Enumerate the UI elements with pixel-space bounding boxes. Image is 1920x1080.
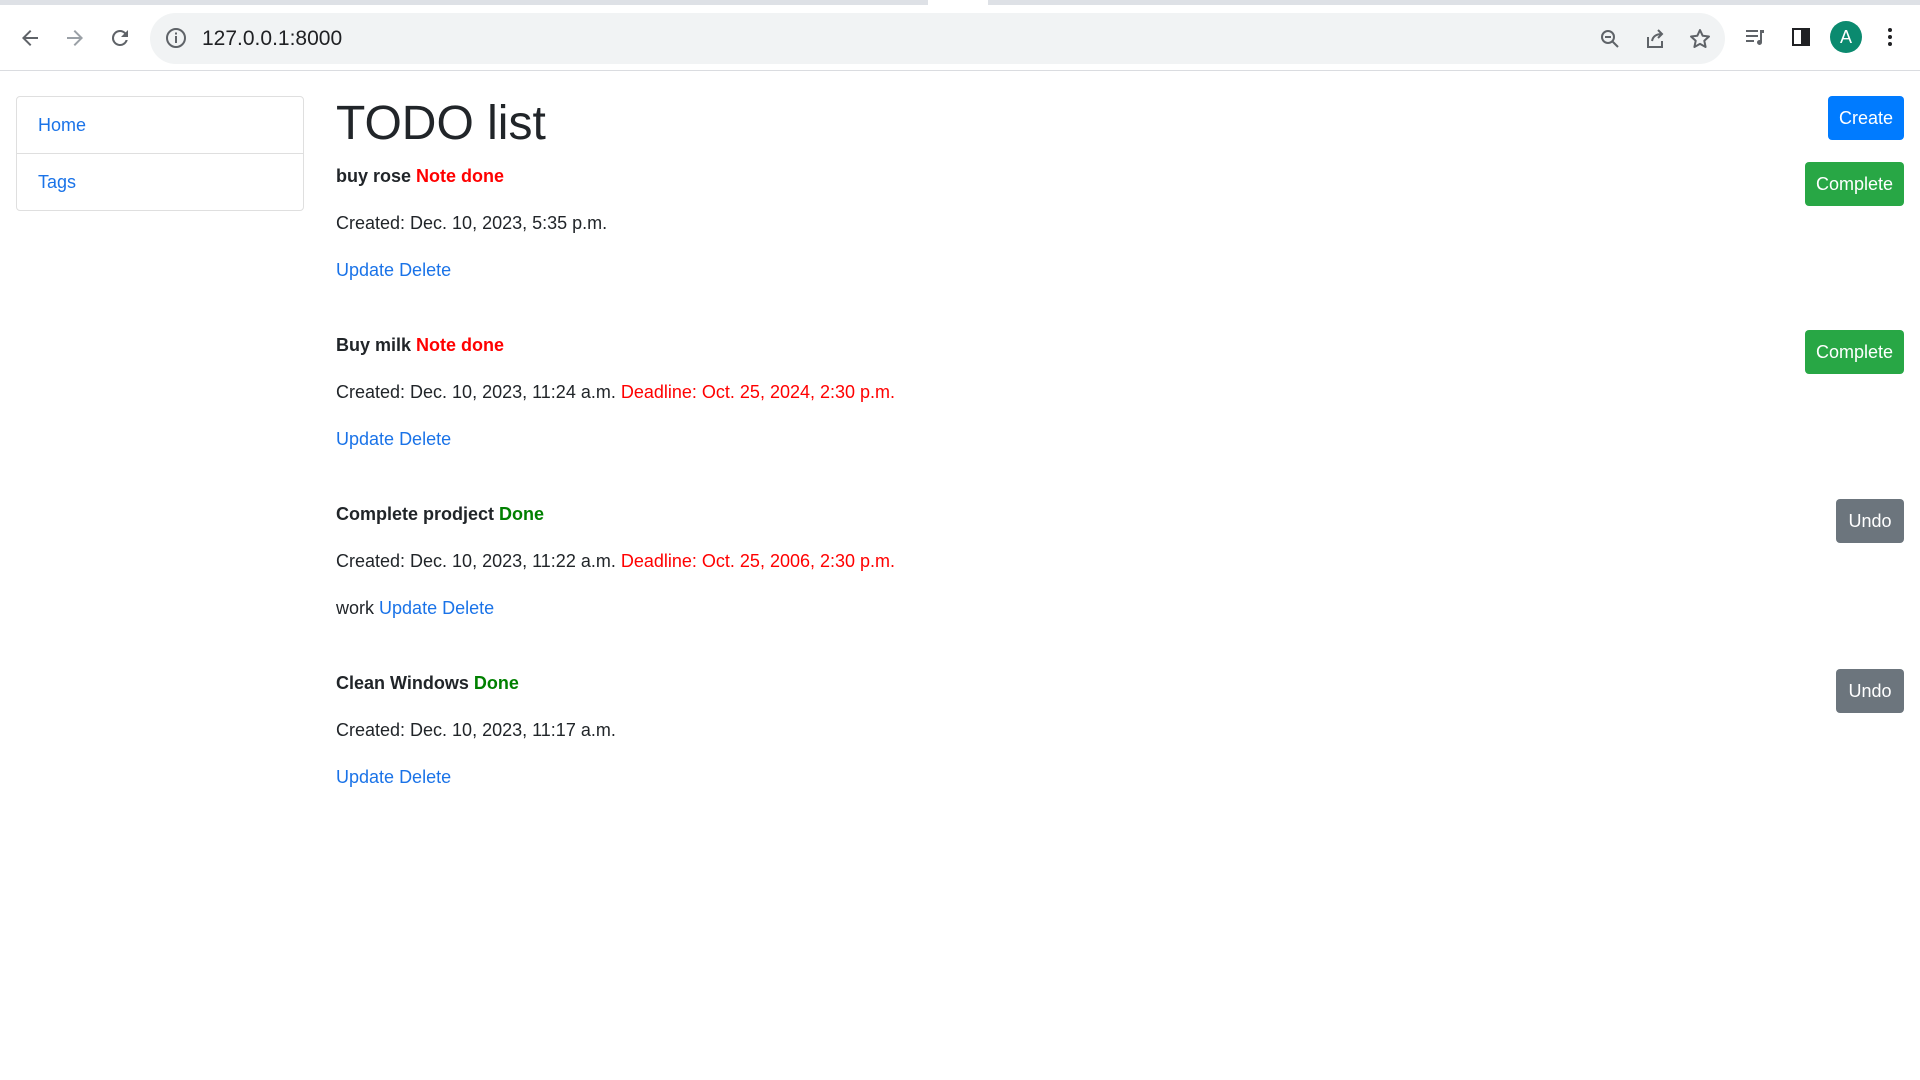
forward-arrow-icon [67, 30, 83, 46]
reload-button[interactable] [102, 20, 138, 56]
sidebar: Home Tags [16, 96, 304, 211]
back-arrow-icon [22, 30, 38, 46]
zoom-icon [1601, 30, 1619, 48]
status-label: Done [473, 673, 519, 693]
info-icon[interactable] [164, 26, 188, 50]
delete-link[interactable]: Delete [399, 260, 451, 280]
todo-title: Buy milk Note done [336, 333, 504, 357]
back-button[interactable] [12, 20, 48, 56]
sidebar-item-tags[interactable]: Tags [17, 153, 303, 210]
tag-label: work [336, 598, 375, 618]
todo-actions: Update Delete [336, 427, 451, 451]
todo-item: Complete prodject Done Created: Dec. 10,… [336, 499, 1904, 652]
share-button[interactable] [1641, 25, 1669, 53]
todo-actions: Update Delete [336, 765, 451, 789]
todo-name: Complete prodject [336, 504, 495, 524]
create-button[interactable]: Create [1828, 96, 1904, 140]
todo-dates: Created: Dec. 10, 2023, 11:17 a.m. [336, 718, 616, 742]
forward-button[interactable] [57, 20, 93, 56]
created-date: Created: Dec. 10, 2023, 5:35 p.m. [336, 213, 608, 233]
todo-name: Buy milk [336, 335, 412, 355]
reading-list-icon [1746, 30, 1764, 45]
created-date: Created: Dec. 10, 2023, 11:22 a.m. [336, 551, 616, 571]
created-date: Created: Dec. 10, 2023, 11:24 a.m. [336, 382, 616, 402]
todo-item: Clean Windows Done Created: Dec. 10, 202… [336, 669, 1904, 821]
update-link[interactable]: Update [336, 429, 394, 449]
bookmark-button[interactable] [1686, 25, 1714, 53]
share-icon [1647, 29, 1664, 48]
todo-actions: work Update Delete [336, 596, 494, 620]
complete-button[interactable]: Complete [1805, 330, 1904, 374]
profile-avatar[interactable]: A [1830, 21, 1862, 53]
todo-name: buy rose [336, 166, 412, 186]
deadline-date: Deadline: Oct. 25, 2006, 2:30 p.m. [620, 551, 896, 571]
update-link[interactable]: Update [379, 598, 437, 618]
tab-strip [0, 0, 1920, 5]
todo-name: Clean Windows [336, 673, 469, 693]
star-icon [1690, 29, 1710, 48]
update-link[interactable]: Update [336, 260, 394, 280]
todo-title: buy rose Note done [336, 164, 504, 188]
menu-button[interactable] [1874, 21, 1906, 53]
active-tab-edge[interactable] [928, 0, 988, 5]
page-title: TODO list [336, 97, 546, 150]
reading-list-button[interactable] [1739, 21, 1771, 53]
todo-dates: Created: Dec. 10, 2023, 5:35 p.m. [336, 211, 607, 235]
side-panel-button[interactable] [1785, 21, 1817, 53]
zoom-button[interactable] [1596, 25, 1624, 53]
more-vert-icon [1888, 28, 1892, 46]
browser-toolbar: A [0, 0, 1920, 71]
created-date: Created: Dec. 10, 2023, 11:17 a.m. [336, 720, 616, 740]
todo-dates: Created: Dec. 10, 2023, 11:24 a.m. Deadl… [336, 380, 895, 404]
status-label: Note done [416, 335, 505, 355]
delete-link[interactable]: Delete [442, 598, 494, 618]
side-panel-icon [1792, 28, 1810, 46]
delete-link[interactable]: Delete [399, 429, 451, 449]
todo-title: Clean Windows Done [336, 671, 519, 695]
delete-link[interactable]: Delete [399, 767, 451, 787]
undo-button[interactable]: Undo [1836, 669, 1904, 713]
deadline-date: Deadline: Oct. 25, 2024, 2:30 p.m. [620, 382, 896, 402]
undo-button[interactable]: Undo [1836, 499, 1904, 543]
todo-dates: Created: Dec. 10, 2023, 11:22 a.m. Deadl… [336, 549, 895, 573]
todo-title: Complete prodject Done [336, 502, 544, 526]
update-link[interactable]: Update [336, 767, 394, 787]
status-label: Done [499, 504, 545, 524]
reload-icon [111, 29, 128, 46]
sidebar-item-home[interactable]: Home [17, 97, 303, 153]
address-bar[interactable] [150, 13, 1725, 64]
todo-item: Buy milk Note done Created: Dec. 10, 202… [336, 330, 1904, 483]
todo-item: buy rose Note done Created: Dec. 10, 202… [336, 162, 1904, 314]
status-label: Note done [416, 166, 505, 186]
url-input[interactable] [200, 25, 804, 53]
todo-actions: Update Delete [336, 258, 451, 282]
complete-button[interactable]: Complete [1805, 162, 1904, 206]
